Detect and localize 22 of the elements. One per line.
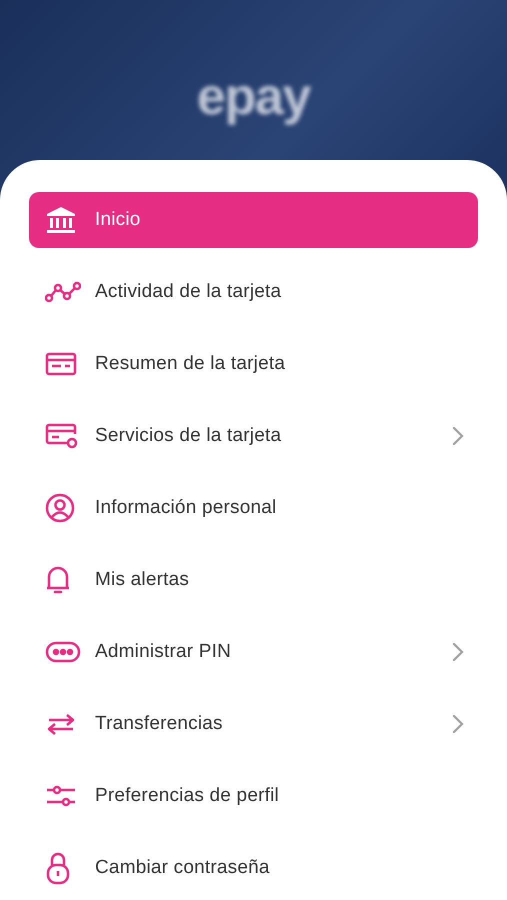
bell-icon: [45, 564, 71, 596]
menu-label: Preferencias de perfil: [95, 784, 280, 808]
card-settings-icon: [45, 423, 79, 449]
menu-label: Administrar PIN: [95, 640, 232, 664]
menu-label: Resumen de la tarjeta: [95, 352, 286, 376]
activity-icon: [45, 280, 81, 304]
card-summary-icon: [45, 352, 77, 376]
menu-label: Mis alertas: [95, 568, 190, 592]
lock-icon: [45, 851, 71, 885]
menu-label: Actividad de la tarjeta: [95, 280, 282, 304]
menu-label: Inicio: [95, 208, 142, 232]
user-icon: [45, 493, 75, 523]
sliders-icon: [45, 784, 77, 808]
menu-label: Transferencias: [95, 712, 224, 736]
transfer-icon: [45, 712, 77, 736]
menu-label: Servicios de la tarjeta: [95, 424, 282, 448]
bank-icon: [45, 204, 77, 236]
pin-icon: [45, 641, 81, 663]
menu-label: Información personal: [95, 496, 278, 520]
logo: epay: [196, 67, 310, 128]
menu-label: Cambiar contraseña: [95, 856, 271, 880]
menu-item[interactable]: Inicio: [29, 192, 478, 248]
